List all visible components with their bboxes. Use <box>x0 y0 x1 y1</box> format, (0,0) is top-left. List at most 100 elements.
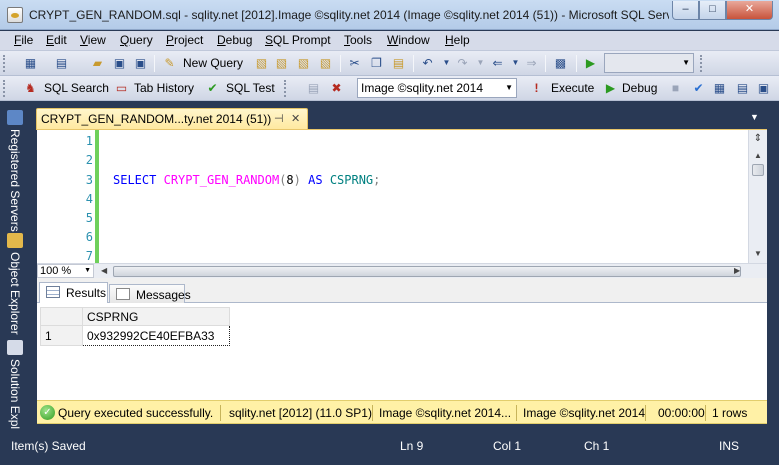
scroll-left-icon[interactable]: ◀ <box>101 266 107 275</box>
menu-edit[interactable]: Edit <box>46 33 67 47</box>
sql-test-icon[interactable]: ✔ <box>204 80 221 96</box>
tab-history-button[interactable]: Tab History <box>134 81 194 95</box>
new-query-button[interactable]: New Query <box>183 56 243 70</box>
toolbar-grip-2[interactable] <box>284 80 288 97</box>
new-query-icon[interactable]: ✎ <box>161 55 178 71</box>
menu-query[interactable]: Query <box>120 33 153 47</box>
document-tab-crypt-gen-random[interactable]: CRYPT_GEN_RANDOM...ty.net 2014 (51)) ⊣ ✕ <box>36 108 308 130</box>
object-explorer-tab[interactable]: Object Explorer <box>8 252 22 335</box>
xmla-query-icon[interactable]: ▧ <box>317 55 334 71</box>
query-editor[interactable]: 1 2 3 4 5 6 7 SELECT CRYPT_GEN_RANDOM(8)… <box>37 129 767 263</box>
cut-icon[interactable]: ✂ <box>346 55 363 71</box>
semicolon: ; <box>373 173 381 187</box>
change-connection-icon[interactable]: ▤ <box>305 80 322 96</box>
open-file-icon[interactable]: ▰ <box>89 55 106 71</box>
tab-messages[interactable]: Messages <box>109 284 191 303</box>
menu-sql-prompt[interactable]: SQL Prompt <box>265 33 331 47</box>
results-grid[interactable]: CSPRNG 1 0x932992CE40EFBA33 <box>40 307 230 346</box>
undo-icon[interactable]: ↶ <box>419 55 436 71</box>
menu-tools[interactable]: Tools <box>344 33 372 47</box>
registered-servers-tab[interactable]: Registered Servers <box>8 129 22 232</box>
line-number: 7 <box>85 249 93 263</box>
sql-test-button[interactable]: SQL Test <box>226 81 275 95</box>
save-all-icon[interactable]: ▣ <box>132 55 149 71</box>
result-cell[interactable]: 0x932992CE40EFBA33 <box>82 325 230 346</box>
row-header-corner[interactable] <box>40 307 83 326</box>
ssms-app-icon[interactable] <box>7 7 23 23</box>
paste-icon[interactable]: ▤ <box>390 55 407 71</box>
database-dropdown[interactable]: Image ©sqlity.net 2014 ▼ <box>357 78 517 98</box>
activity-monitor-icon[interactable]: ▩ <box>552 55 569 71</box>
menu-debug[interactable]: Debug <box>217 33 252 47</box>
standard-toolbar: ▦ ▤ ▰ ▣ ▣ ✎ New Query ▧ ▧ ▧ ▧ ✂ ❐ ▤ ↶ ▼ … <box>0 51 779 76</box>
cancel-query-icon[interactable]: ■ <box>667 80 684 96</box>
toolbar-grip[interactable] <box>3 55 7 72</box>
dmx-query-icon[interactable]: ▧ <box>295 55 312 71</box>
disconnect-icon[interactable]: ✖ <box>328 80 345 96</box>
toolbar-end-grip[interactable] <box>700 55 704 72</box>
debug-icon[interactable]: ▶ <box>602 80 619 96</box>
debug-button[interactable]: Debug <box>622 81 657 95</box>
function-argument: 8 <box>286 173 294 187</box>
new-project-icon[interactable]: ▦ <box>22 55 39 71</box>
solution-explorer-tab[interactable]: Solution Expl <box>8 359 22 429</box>
scroll-down-icon[interactable]: ▼ <box>754 249 762 258</box>
status-column: Col 1 <box>493 439 522 453</box>
mdx-query-icon[interactable]: ▧ <box>273 55 290 71</box>
query-status-bar: ✓ Query executed successfully. sqlity.ne… <box>37 400 767 424</box>
redo-dropdown-icon[interactable]: ▼ <box>472 55 489 71</box>
scroll-right-icon[interactable]: ▶ <box>734 266 740 275</box>
split-handle-icon[interactable]: ⇕ <box>751 133 765 145</box>
parse-icon[interactable]: ✔ <box>690 80 707 96</box>
minimize-button[interactable]: – <box>672 1 699 20</box>
status-row-count: 1 rows <box>712 406 748 420</box>
menu-file[interactable]: File <box>14 33 33 47</box>
pin-icon[interactable]: ⊣ <box>274 112 284 125</box>
scroll-thumb[interactable] <box>752 164 764 176</box>
maximize-button[interactable]: □ <box>699 1 726 20</box>
display-estimated-plan-icon[interactable]: ▦ <box>711 80 728 96</box>
status-insert-mode: INS <box>719 439 740 453</box>
zoom-dropdown[interactable]: 100 % ▼ <box>37 264 94 278</box>
tab-history-icon[interactable]: ▭ <box>113 80 130 96</box>
add-item-icon[interactable]: ▤ <box>53 55 70 71</box>
sql-search-button[interactable]: SQL Search <box>44 81 109 95</box>
application-status-bar: Item(s) Saved Ln 9 Col 1 Ch 1 INS <box>0 434 779 465</box>
editor-vertical-scrollbar[interactable]: ⇕ ▲ ▼ <box>748 130 767 263</box>
object-explorer-icon <box>7 233 23 248</box>
execute-icon[interactable]: ! <box>528 80 545 96</box>
menu-window[interactable]: Window <box>387 33 430 47</box>
menu-view[interactable]: View <box>80 33 106 47</box>
close-button[interactable]: ✕ <box>726 1 773 20</box>
status-elapsed-time: 00:00:00 <box>658 406 705 420</box>
query-options-icon[interactable]: ▤ <box>734 80 751 96</box>
navigate-forward-icon[interactable]: ⇒ <box>523 55 540 71</box>
navigate-dropdown-icon[interactable]: ▼ <box>507 55 524 71</box>
database-engine-query-icon[interactable]: ▧ <box>253 55 270 71</box>
copy-icon[interactable]: ❐ <box>368 55 385 71</box>
save-icon[interactable]: ▣ <box>111 55 128 71</box>
execute-button[interactable]: Execute <box>551 81 594 95</box>
menu-project[interactable]: Project <box>166 33 203 47</box>
row-number[interactable]: 1 <box>40 325 83 346</box>
close-tab-icon[interactable]: ✕ <box>291 112 300 125</box>
line-number: 4 <box>85 192 93 206</box>
horizontal-scroll-thumb[interactable] <box>113 266 741 277</box>
scroll-up-icon[interactable]: ▲ <box>754 151 762 160</box>
menu-help[interactable]: Help <box>445 33 470 47</box>
start-debugging-icon[interactable]: ▶ <box>582 55 599 71</box>
toolbar-grip[interactable] <box>3 80 7 97</box>
chevron-down-icon[interactable]: ▼ <box>750 112 759 122</box>
navigate-backward-icon[interactable]: ⇐ <box>489 55 506 71</box>
undo-dropdown-icon[interactable]: ▼ <box>438 55 455 71</box>
intellisense-icon[interactable]: ▣ <box>755 80 772 96</box>
column-alias: CSPRNG <box>329 173 374 187</box>
tab-results[interactable]: Results <box>39 282 108 303</box>
code-line-3[interactable]: SELECT CRYPT_GEN_RANDOM(8) AS CSPRNG; <box>113 173 380 187</box>
table-row[interactable]: 1 0x932992CE40EFBA33 <box>40 325 230 346</box>
solution-configuration-dropdown[interactable]: ▼ <box>604 53 694 73</box>
redo-icon[interactable]: ↷ <box>454 55 471 71</box>
function-name: CRYPT_GEN_RANDOM <box>163 173 280 187</box>
sql-search-icon[interactable]: ♞ <box>22 80 39 96</box>
column-header[interactable]: CSPRNG <box>82 307 230 326</box>
